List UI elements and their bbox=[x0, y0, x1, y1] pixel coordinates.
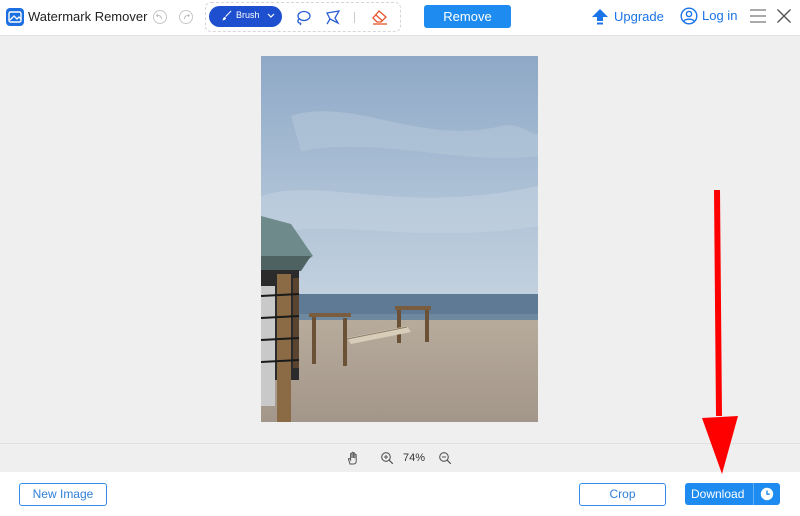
selection-tool-group: Brush bbox=[205, 2, 401, 32]
brush-label: Brush bbox=[236, 10, 260, 20]
crop-button[interactable]: Crop bbox=[579, 483, 666, 506]
download-button[interactable]: Download bbox=[685, 483, 780, 505]
eraser-icon[interactable] bbox=[371, 9, 389, 25]
undo-icon[interactable] bbox=[153, 10, 167, 24]
image-preview[interactable] bbox=[261, 56, 538, 422]
chevron-down-icon bbox=[267, 13, 275, 18]
zoom-in-icon[interactable] bbox=[380, 451, 394, 465]
beach-photo bbox=[261, 56, 538, 422]
clock-icon[interactable] bbox=[760, 487, 774, 501]
bottom-action-bar: New Image Crop Download bbox=[0, 472, 800, 516]
upgrade-label: Upgrade bbox=[614, 9, 664, 24]
app-logo-icon bbox=[6, 8, 24, 26]
zoom-out-icon[interactable] bbox=[438, 451, 452, 465]
annotation-arrow-icon bbox=[702, 190, 738, 474]
new-image-button[interactable]: New Image bbox=[19, 483, 107, 506]
polygon-lasso-icon[interactable] bbox=[324, 9, 342, 27]
redo-icon[interactable] bbox=[179, 10, 193, 24]
menu-icon[interactable] bbox=[749, 8, 767, 24]
download-label: Download bbox=[691, 487, 745, 501]
top-toolbar: Watermark Remover Brush Remove Upgrade L… bbox=[0, 0, 800, 36]
brush-tool-button[interactable]: Brush bbox=[209, 6, 282, 27]
brush-icon bbox=[222, 10, 232, 21]
zoom-level: 74% bbox=[403, 452, 426, 464]
user-icon bbox=[680, 7, 698, 25]
close-icon[interactable] bbox=[776, 8, 792, 24]
hand-pan-icon[interactable] bbox=[346, 451, 360, 465]
remove-button[interactable]: Remove bbox=[424, 5, 511, 28]
download-divider bbox=[753, 483, 754, 505]
upgrade-arrow-icon bbox=[592, 9, 608, 25]
lasso-icon[interactable] bbox=[294, 9, 312, 27]
tool-divider bbox=[354, 12, 355, 23]
zoom-bar: 74% bbox=[0, 443, 800, 472]
app-title: Watermark Remover bbox=[28, 9, 148, 24]
login-label: Log in bbox=[702, 8, 738, 23]
